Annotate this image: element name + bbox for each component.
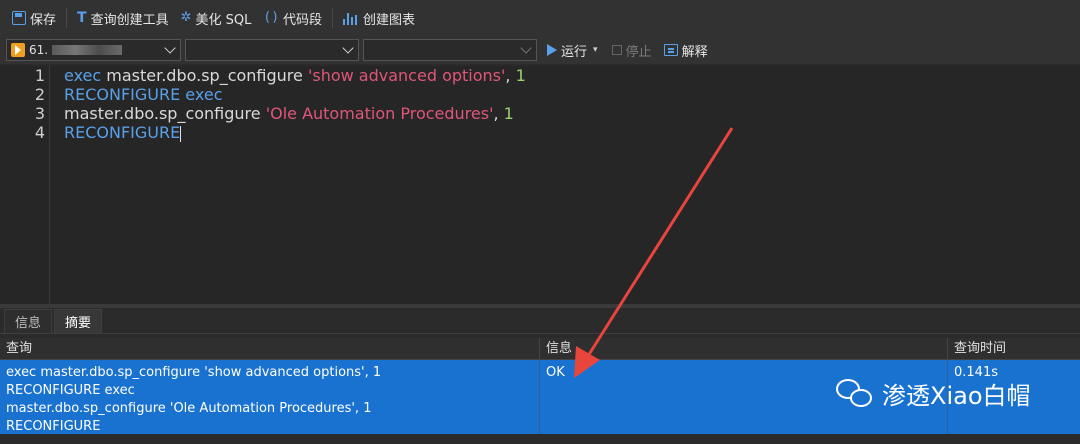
chevron-down-icon	[164, 42, 176, 54]
line-number: 2	[34, 85, 45, 104]
explain-icon	[663, 44, 678, 56]
create-chart-label: 创建图表	[363, 12, 416, 28]
stop-icon	[611, 45, 622, 55]
code-snippet-label: 代码段	[283, 12, 323, 28]
play-icon	[547, 44, 557, 56]
code-brace-icon: ()	[263, 10, 280, 25]
query-line: RECONFIGURE	[6, 419, 101, 434]
watermark: 渗透Xiao白帽	[836, 376, 1031, 411]
explain-label: 解释	[681, 44, 708, 60]
run-label: 运行	[561, 44, 588, 60]
beautify-sql-button[interactable]: ✲ 美化 SQL	[175, 6, 258, 30]
create-chart-button[interactable]: 创建图表	[337, 6, 421, 30]
text-cursor	[180, 125, 182, 142]
code-area[interactable]: exec master.dbo.sp_configure 'show advan…	[50, 66, 526, 304]
chevron-down-icon	[520, 42, 532, 54]
line-number: 1	[34, 66, 45, 85]
stop-label: 停止	[625, 44, 652, 60]
query-line: RECONFIGURE exec	[6, 383, 135, 398]
code-token: master.dbo.sp_configure	[64, 104, 266, 123]
code-token: ,	[505, 66, 516, 85]
result-tabs: 信息 摘要	[0, 308, 1080, 334]
explain-button[interactable]: 解释	[660, 41, 712, 60]
toolbar-separator	[332, 8, 334, 28]
connection-select[interactable]: 61.	[6, 39, 181, 61]
tab-summary[interactable]: 摘要	[54, 309, 103, 333]
connection-name: 61.	[29, 43, 49, 57]
save-button[interactable]: 保存	[6, 6, 62, 30]
run-dropdown-icon[interactable]: ▾	[593, 45, 598, 55]
code-token: master.dbo.sp_configure	[106, 66, 308, 85]
code-line: RECONFIGURE exec	[64, 85, 526, 104]
query-line: master.dbo.sp_configure 'Ole Automation …	[6, 401, 372, 416]
run-button[interactable]: 运行 ▾	[541, 41, 604, 60]
beautify-sql-label: 美化 SQL	[195, 12, 252, 28]
redacted-connection	[52, 45, 123, 55]
grid-header: 查询 信息 查询时间	[0, 338, 1080, 360]
code-token: RECONFIGURE exec	[64, 85, 223, 104]
database-select[interactable]	[185, 39, 359, 61]
stop-button[interactable]: 停止	[608, 41, 656, 60]
query-builder-button[interactable]: T 查询创建工具	[71, 6, 175, 30]
query-builder-icon: T	[77, 10, 87, 26]
code-token: RECONFIGURE	[64, 123, 181, 142]
toolbar-separator	[66, 8, 68, 28]
code-snippet-button[interactable]: () 代码段	[257, 6, 328, 30]
save-icon	[12, 11, 26, 25]
code-line: master.dbo.sp_configure 'Ole Automation …	[64, 104, 526, 123]
sql-editor[interactable]: 1234 exec master.dbo.sp_configure 'show …	[0, 66, 1080, 304]
wechat-icon	[836, 378, 874, 409]
chevron-down-icon	[342, 42, 354, 54]
line-number: 3	[34, 104, 45, 123]
sparkle-icon: ✲	[180, 10, 192, 25]
cell-query[interactable]: exec master.dbo.sp_configure 'show advan…	[0, 360, 540, 434]
code-token: ,	[493, 104, 504, 123]
connection-icon	[11, 43, 25, 57]
column-header-query[interactable]: 查询	[0, 338, 540, 359]
connection-toolbar: 61. 运行 ▾ 停止 解释	[0, 36, 1080, 64]
save-label: 保存	[30, 12, 57, 28]
code-line: RECONFIGURE	[64, 123, 526, 142]
chart-icon	[343, 11, 359, 25]
query-line: exec master.dbo.sp_configure 'show advan…	[6, 365, 382, 380]
code-line: exec master.dbo.sp_configure 'show advan…	[64, 66, 526, 85]
code-token: 'show advanced options'	[307, 66, 506, 85]
line-number-gutter: 1234	[0, 66, 50, 304]
schema-select[interactable]	[363, 39, 537, 61]
tab-info[interactable]: 信息	[4, 309, 53, 333]
column-header-time[interactable]: 查询时间	[948, 338, 1080, 359]
code-token: 'Ole Automation Procedures'	[265, 104, 494, 123]
column-header-info[interactable]: 信息	[540, 338, 948, 359]
watermark-text: 渗透Xiao白帽	[882, 382, 1031, 410]
main-toolbar: 保存 T 查询创建工具 ✲ 美化 SQL () 代码段 创建图表	[0, 0, 1080, 36]
query-builder-label: 查询创建工具	[90, 12, 169, 28]
code-token: 1	[515, 66, 526, 85]
code-token: exec	[64, 66, 107, 85]
line-number: 4	[34, 123, 45, 142]
code-token: 1	[503, 104, 514, 123]
